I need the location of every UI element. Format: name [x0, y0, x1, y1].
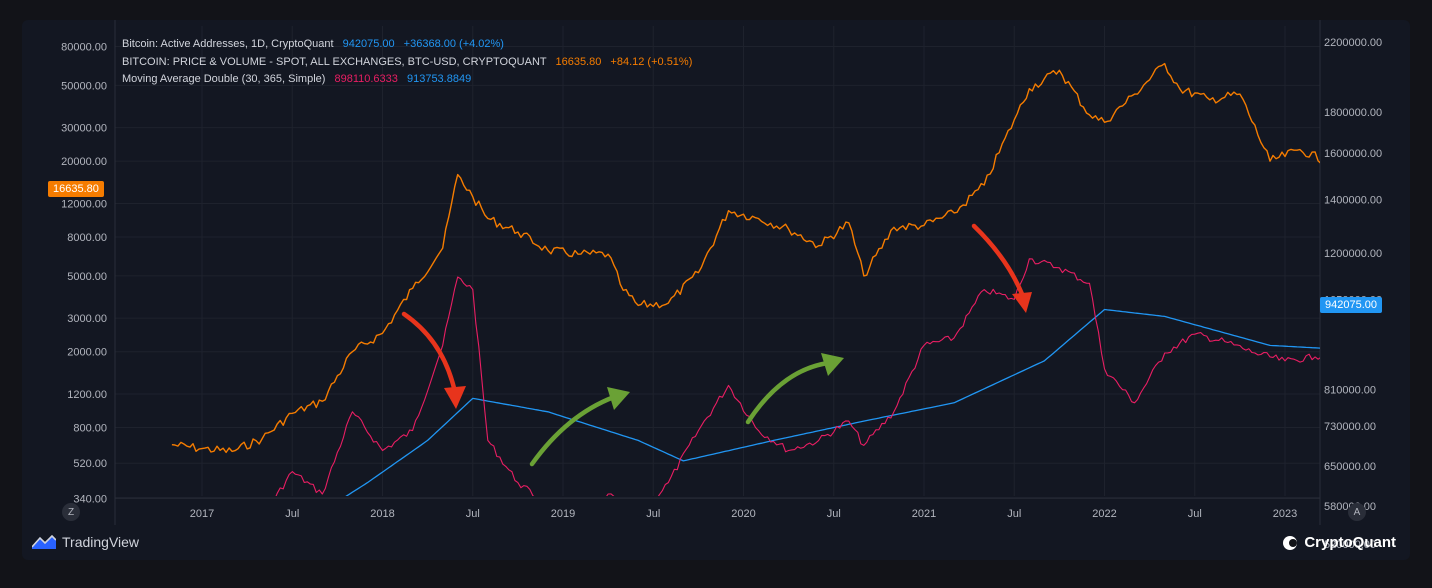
right-axis-tick-label: 2200000.00: [1324, 37, 1382, 49]
x-axis-tick-label: 2023: [1273, 508, 1297, 520]
x-axis-tick-label: 2021: [912, 508, 936, 520]
tradingview-icon: [32, 535, 56, 549]
legend-name: BITCOIN: PRICE & VOLUME - SPOT, ALL EXCH…: [122, 55, 547, 68]
left-axis-tick-label: 340.00: [73, 493, 107, 505]
x-axis-tick-label: 2018: [370, 508, 394, 520]
legend-value-ma-short: 898110.6333: [334, 73, 398, 85]
x-axis-tick-label: Jul: [827, 508, 841, 520]
left-axis-tick-label: 80000.00: [61, 41, 107, 53]
chart-legend: Bitcoin: Active Addresses, 1D, CryptoQua…: [122, 36, 692, 89]
legend-name: Moving Average Double (30, 365, Simple): [122, 73, 326, 85]
arrow-down-2021: [971, 223, 1032, 313]
arrow-down-2018: [401, 311, 466, 409]
cryptoquant-icon: [1283, 535, 1298, 550]
left-axis-tick-label: 20000.00: [61, 156, 107, 168]
x-axis-tick-label: Jul: [1188, 508, 1202, 520]
x-axis-tick-label: Jul: [646, 508, 660, 520]
right-axis-tick-label: 1400000.00: [1324, 194, 1382, 206]
cryptoquant-label: CryptoQuant: [1304, 534, 1396, 551]
arrow-up-2020: [745, 353, 844, 425]
right-axis-tick-label: 810000.00: [1324, 385, 1376, 397]
right-axis-tick-label: 650000.00: [1324, 461, 1376, 473]
left-axis-tick-label: 3000.00: [67, 313, 107, 325]
legend-value: 16635.80: [555, 55, 602, 68]
x-axis-tick-label: 2017: [190, 508, 214, 520]
tradingview-logo[interactable]: TradingView: [32, 534, 139, 550]
right-axis-tick-label: 1600000.00: [1324, 148, 1382, 160]
auto-scale-right-button[interactable]: A: [1348, 503, 1366, 521]
tradingview-label: TradingView: [62, 534, 140, 550]
legend-row-moving-average[interactable]: Moving Average Double (30, 365, Simple) …: [122, 71, 692, 89]
price-tag-right: 942075.00: [1320, 297, 1382, 313]
arrow-down-2021-shaft: [971, 223, 1025, 297]
cryptoquant-logo: CryptoQuant: [1282, 534, 1396, 551]
chart-panel: 130000.0080000.0050000.0030000.0020000.0…: [22, 20, 1410, 560]
x-axis-tick-label: 2019: [551, 508, 575, 520]
left-axis-tick-label: 520.00: [73, 458, 107, 470]
left-axis-tick-label: 8000.00: [67, 232, 107, 244]
x-axis-tick-label: 2020: [731, 508, 755, 520]
left-axis-tick-label: 5000.00: [67, 271, 107, 283]
legend-value: 942075.00: [342, 38, 395, 50]
arrow-up-2019: [529, 387, 630, 467]
left-axis-tick-label: 30000.00: [61, 123, 107, 135]
x-axis-tick-label: Jul: [466, 508, 480, 520]
arrow-down-2021-head: [1012, 292, 1032, 313]
left-axis-tick-label: 12000.00: [61, 198, 107, 210]
auto-scale-left-button[interactable]: Z: [62, 503, 80, 521]
right-axis-tick-label: 1200000.00: [1324, 248, 1382, 260]
arrow-up-2019-shaft: [529, 394, 617, 467]
legend-row-active-addresses[interactable]: Bitcoin: Active Addresses, 1D, CryptoQua…: [122, 36, 692, 54]
legend-change: +36368.00 (+4.02%): [403, 38, 504, 50]
x-axis-tick-label: Jul: [1007, 508, 1021, 520]
price-tag-left: 16635.80: [48, 181, 104, 197]
legend-name: Bitcoin: Active Addresses, 1D, CryptoQua…: [122, 38, 334, 50]
left-axis-tick-label: 50000.00: [61, 80, 107, 92]
legend-change: +84.12 (+0.51%): [610, 55, 693, 68]
legend-value-ma-long: 913753.8849: [406, 73, 472, 85]
left-axis-tick-label: 2000.00: [67, 347, 107, 359]
chart-canvas: 130000.0080000.0050000.0030000.0020000.0…: [61, 20, 1382, 551]
right-axis-tick-label: 1800000.00: [1324, 107, 1382, 119]
left-axis-tick-label: 1200.00: [67, 389, 107, 401]
left-axis-tick-label: 800.00: [73, 423, 107, 435]
right-axis-tick-label: 730000.00: [1324, 421, 1376, 433]
arrow-down-2018-head: [444, 386, 466, 409]
legend-row-price[interactable]: BITCOIN: PRICE & VOLUME - SPOT, ALL EXCH…: [122, 54, 692, 72]
x-axis-tick-label: 2022: [1092, 508, 1116, 520]
x-axis-tick-label: Jul: [285, 508, 299, 520]
arrow-up-2020-shaft: [745, 360, 831, 425]
